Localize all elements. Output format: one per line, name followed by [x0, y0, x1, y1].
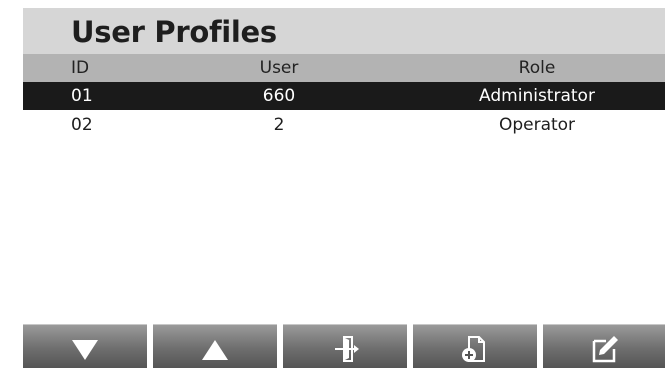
cell-id: 02: [71, 115, 93, 135]
edit-user-button[interactable]: [543, 324, 665, 368]
table-row[interactable]: 02 2 Operator: [23, 111, 665, 139]
title-bar: User Profiles: [23, 8, 665, 54]
cell-user: 2: [273, 115, 285, 135]
column-header-id: ID: [71, 58, 90, 78]
exit-button[interactable]: [283, 324, 407, 368]
add-user-button[interactable]: [413, 324, 537, 368]
softkey-bar: [23, 324, 665, 368]
scroll-down-button[interactable]: [23, 324, 147, 368]
user-profiles-screen: User Profiles ID User Role 01 660 Admini…: [23, 8, 665, 368]
arrow-down-icon: [72, 340, 98, 360]
page-title: User Profiles: [71, 15, 277, 49]
exit-icon: [335, 336, 359, 362]
column-header-user: User: [259, 58, 299, 78]
table-header: ID User Role: [23, 54, 665, 82]
cell-user: 660: [262, 86, 296, 106]
edit-icon: [592, 336, 618, 363]
arrow-up-icon: [202, 340, 228, 360]
column-header-role: Role: [518, 58, 556, 78]
add-document-icon: [462, 336, 485, 362]
cell-role: Administrator: [479, 86, 595, 106]
scroll-up-button[interactable]: [153, 324, 277, 368]
cell-role: Operator: [498, 115, 576, 135]
cell-id: 01: [71, 86, 93, 106]
table-row-selected[interactable]: 01 660 Administrator: [23, 82, 665, 110]
